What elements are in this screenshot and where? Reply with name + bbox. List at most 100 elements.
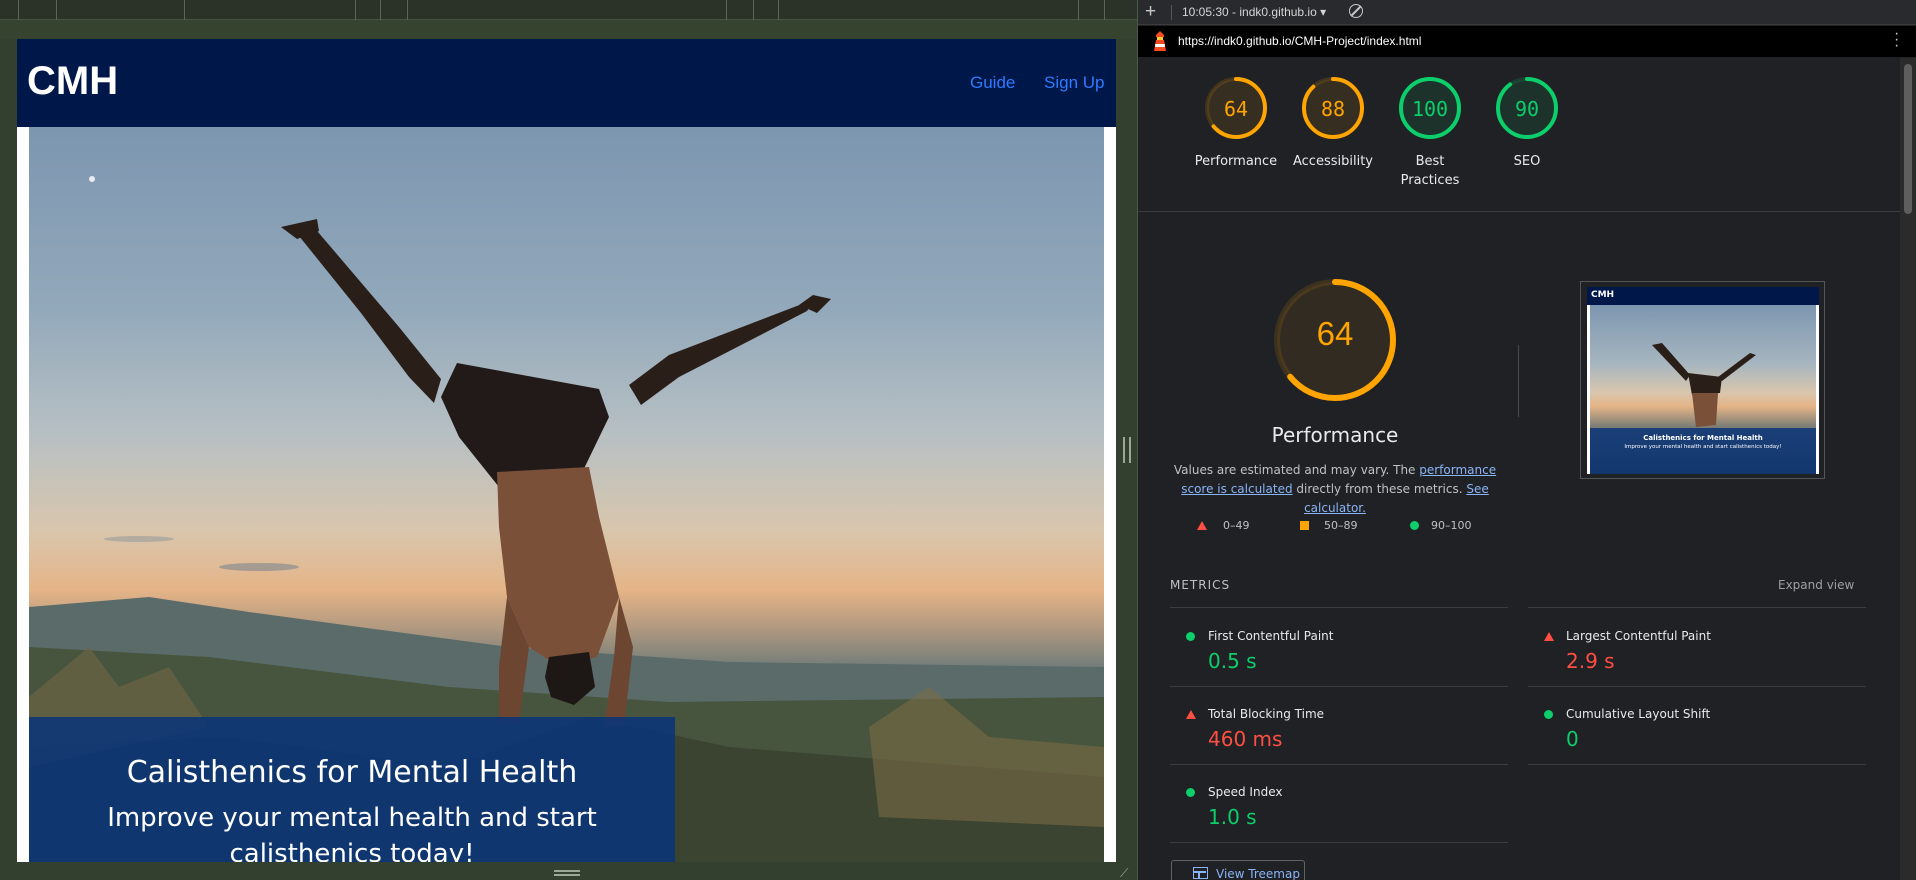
- pass-circle-icon: [1186, 788, 1195, 797]
- thumbnail-logo: CMH: [1591, 290, 1615, 300]
- treemap-label: View Treemap: [1216, 867, 1300, 880]
- description-text: directly from these metrics.: [1292, 482, 1467, 496]
- performance-big-score: 64: [1316, 315, 1354, 352]
- ruler-strip: [0, 20, 1137, 39]
- pass-circle-icon: [1186, 632, 1195, 641]
- metric-divider: [1170, 764, 1508, 765]
- fail-triangle-icon: [1544, 632, 1554, 641]
- section-divider: [1138, 211, 1900, 212]
- bottom-drag-handle[interactable]: [554, 870, 580, 876]
- metric-value: 1.0 s: [1208, 805, 1257, 829]
- more-menu-icon[interactable]: · · ·: [1894, 26, 1899, 54]
- viewport-area: CMH Guide Sign Up Calisthenics for Menta…: [0, 0, 1137, 880]
- cloud: [104, 536, 174, 542]
- add-icon[interactable]: +: [1145, 1, 1156, 23]
- legend-average: 50–89: [1324, 519, 1358, 532]
- metric-speed-index: Speed Index 1.0 s: [1170, 771, 1510, 841]
- metric-total-blocking-time: Total Blocking Time 460 ms: [1170, 693, 1510, 763]
- gauge-label: Accessibility: [1293, 154, 1373, 169]
- website-preview: CMH Guide Sign Up Calisthenics for Menta…: [17, 39, 1116, 862]
- ruler-tick: [380, 0, 381, 20]
- metric-value: 0.5 s: [1208, 649, 1257, 673]
- metric-divider: [1528, 607, 1866, 608]
- lighthouse-toolbar: + 10:05:30 - indk0.github.io ▾: [1138, 0, 1916, 25]
- metric-name: First Contentful Paint: [1208, 629, 1334, 643]
- metric-divider: [1170, 842, 1508, 843]
- metric-value: 2.9 s: [1566, 649, 1615, 673]
- ruler-tick: [407, 0, 408, 20]
- pass-circle-icon: [1410, 521, 1419, 530]
- treemap-icon: [1193, 867, 1208, 879]
- ruler-tick: [778, 0, 779, 20]
- metric-name: Speed Index: [1208, 785, 1283, 799]
- metric-name: Total Blocking Time: [1208, 707, 1325, 721]
- ruler-tick: [56, 0, 57, 20]
- thumbnail-subtitle: Improve your mental health and start cal…: [1624, 444, 1782, 450]
- hero-subtitle: Improve your mental health and start cal…: [107, 803, 597, 862]
- fail-triangle-icon: [1186, 710, 1196, 719]
- metric-value: 0: [1566, 727, 1579, 751]
- metric-name: Cumulative Layout Shift: [1566, 707, 1711, 721]
- score-legend: 0–49 50–89 90–100: [1197, 519, 1497, 535]
- metric-divider: [1528, 686, 1866, 687]
- hero-title: Calisthenics for Mental Health: [126, 755, 578, 790]
- report-url-bar: https://indk0.github.io/CMH-Project/inde…: [1138, 26, 1916, 57]
- clear-icon[interactable]: [1349, 4, 1363, 18]
- expand-view-button[interactable]: Expand view: [1778, 578, 1854, 592]
- gauge-label: SEO: [1513, 154, 1541, 169]
- fail-triangle-icon: [1197, 521, 1207, 530]
- legend-pass: 90–100: [1431, 519, 1472, 532]
- report-select[interactable]: 10:05:30 - indk0.github.io ▾: [1182, 5, 1326, 19]
- gauge-best-practices[interactable]: 100 Best Practices: [1385, 76, 1475, 190]
- report-url[interactable]: https://indk0.github.io/CMH-Project/inde…: [1178, 34, 1421, 48]
- pass-circle-icon: [1544, 710, 1553, 719]
- metric-name: Largest Contentful Paint: [1566, 629, 1711, 643]
- performance-description: Values are estimated and may vary. The p…: [1170, 461, 1500, 518]
- site-logo[interactable]: CMH: [27, 59, 118, 104]
- ruler-tick: [184, 0, 185, 20]
- gauge-seo[interactable]: 90 SEO: [1482, 76, 1572, 171]
- gauge-accessibility[interactable]: 88 Accessibility: [1288, 76, 1378, 171]
- final-screenshot-thumbnail[interactable]: CMH Calisthenics for Mental Health Impro…: [1580, 281, 1825, 479]
- metric-divider: [1528, 764, 1866, 765]
- gauge-score: 90: [1514, 97, 1540, 121]
- toolbar-separator: [1171, 5, 1172, 20]
- thumbnail-title: Calisthenics for Mental Health: [1643, 434, 1763, 442]
- hero-caption: Calisthenics for Mental Health Improve y…: [29, 717, 675, 862]
- average-square-icon: [1300, 521, 1309, 530]
- ruler-tick: [726, 0, 727, 20]
- ruler-tick: [1104, 0, 1105, 20]
- thumbnail-page: CMH Calisthenics for Mental Health Impro…: [1587, 287, 1819, 474]
- metric-first-contentful-paint: First Contentful Paint 0.5 s: [1170, 615, 1510, 685]
- splitter-grip[interactable]: [1123, 437, 1131, 463]
- gauge-score: 64: [1223, 97, 1249, 121]
- site-header: CMH Guide Sign Up: [17, 39, 1116, 127]
- view-treemap-button[interactable]: View Treemap: [1171, 860, 1305, 880]
- vertical-separator: [1518, 345, 1519, 417]
- gauge-performance[interactable]: 64 Performance: [1191, 76, 1281, 171]
- description-text: Values are estimated and may vary. The: [1173, 463, 1420, 477]
- metric-value: 460 ms: [1208, 727, 1283, 751]
- ruler-tick: [753, 0, 754, 20]
- nav-link-guide[interactable]: Guide: [970, 73, 1015, 93]
- resize-corner-icon[interactable]: ⟋: [1120, 866, 1128, 880]
- moon-icon: [89, 176, 95, 182]
- thumbnail-header: CMH: [1587, 287, 1819, 305]
- metric-divider: [1170, 686, 1508, 687]
- metric-cumulative-layout-shift: Cumulative Layout Shift 0: [1528, 693, 1868, 763]
- ruler-tick: [18, 0, 19, 20]
- ruler-tick: [355, 0, 356, 20]
- nav-link-sign-up[interactable]: Sign Up: [1044, 73, 1104, 93]
- metric-divider: [1170, 607, 1508, 608]
- scrollbar-thumb[interactable]: [1904, 64, 1912, 214]
- gauge-score: 88: [1320, 97, 1346, 121]
- hero-image: Calisthenics for Mental Health Improve y…: [29, 127, 1104, 862]
- thumbnail-hero: Calisthenics for Mental Health Improve y…: [1590, 305, 1816, 474]
- metric-largest-contentful-paint: Largest Contentful Paint 2.9 s: [1528, 615, 1868, 685]
- metrics-header: METRICS: [1170, 578, 1231, 592]
- gauge-label: Performance: [1194, 154, 1278, 169]
- legend-fail: 0–49: [1223, 519, 1250, 532]
- ruler-tick: [1078, 0, 1079, 20]
- cloud: [219, 563, 299, 571]
- gauge-score: 100: [1411, 97, 1449, 121]
